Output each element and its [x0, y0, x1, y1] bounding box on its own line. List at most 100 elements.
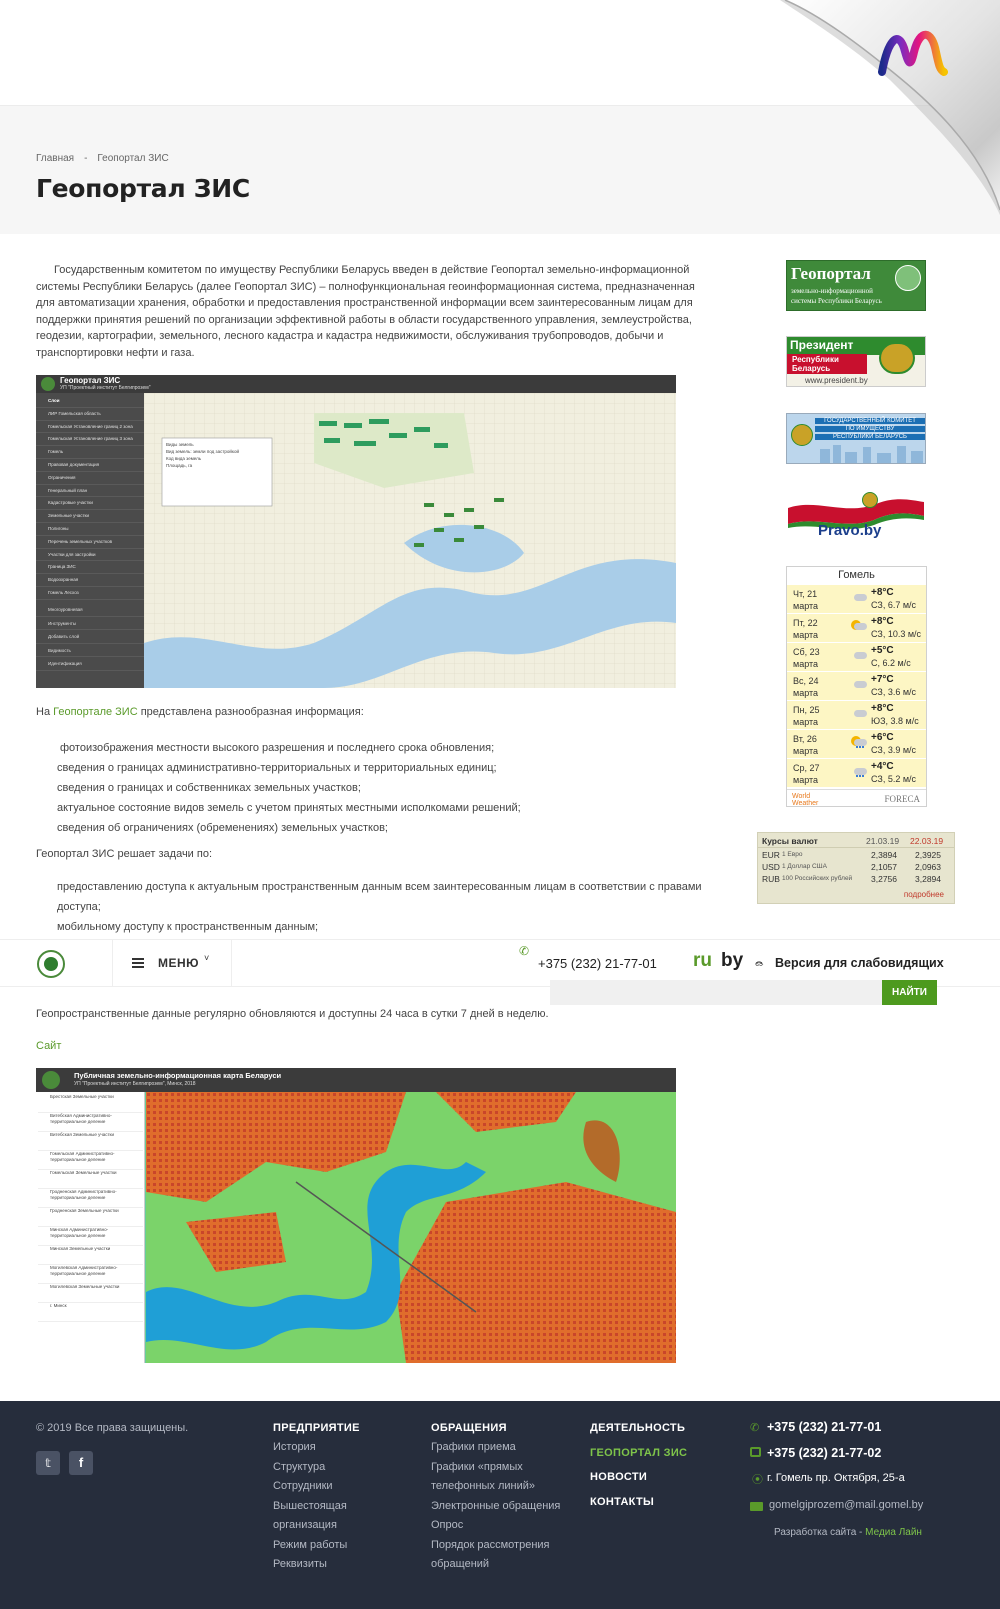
weather-brand-left: World Weather — [792, 793, 819, 807]
footer-link[interactable]: организация — [273, 1516, 347, 1536]
footer-phone2[interactable]: +375 (232) 21-77-02 — [767, 1446, 881, 1460]
lang-ru[interactable]: ru — [693, 950, 712, 972]
weather-day-label: Ср, 27 марта — [793, 762, 820, 786]
breadcrumb-current: Геопортал ЗИС — [97, 153, 169, 164]
weather-day: Пт, 22 марта +8°C СЗ, 10.3 м/с — [787, 613, 926, 642]
glasses-icon: ෬ — [755, 954, 764, 969]
geoportal-zis-link[interactable]: Геопортале ЗИС — [53, 706, 138, 718]
footer-nav-link[interactable]: ГЕОПОРТАЛ ЗИС — [590, 1447, 687, 1459]
map1-layer-item: ЛИР Гомельская область — [36, 408, 144, 421]
info-suffix: представлена разнообразная информация: — [140, 706, 364, 718]
map2-title: Публичная земельно-информационная карта … — [74, 1071, 282, 1080]
page-title: Геопортал ЗИС — [36, 174, 250, 203]
footer-link[interactable]: Реквизиты — [273, 1555, 347, 1575]
rate-code: EUR — [762, 850, 780, 860]
rate-value-2: 2,3925 — [915, 850, 941, 860]
weather-city: Гомель — [838, 569, 875, 581]
banner-president-title: Президент — [790, 338, 854, 352]
banner-goskom[interactable]: ГОСУДАРСТВЕННЫЙ КОМИТЕТ ПО ИМУЩЕСТВУ РЕС… — [786, 413, 926, 464]
footer-col2-title: ОБРАЩЕНИЯ — [431, 1422, 507, 1434]
footer-link[interactable]: Опрос — [431, 1516, 560, 1536]
weather-day-name: Пн, 25 — [793, 705, 820, 715]
map1-layer-item: Гомельская Установление границ 2 зона — [36, 421, 144, 434]
search-button[interactable]: НАЙТИ — [882, 980, 937, 1005]
site-logo[interactable] — [37, 950, 65, 978]
info-prefix: На — [36, 706, 51, 718]
weather-day-label: Пн, 25 марта — [793, 704, 819, 728]
footer-link[interactable]: Порядок рассмотрения — [431, 1536, 560, 1556]
map1-panel-item: Многоуровневая — [36, 603, 144, 617]
weather-day-name: Сб, 23 — [793, 647, 820, 657]
rates-more-link[interactable]: подробнее — [904, 890, 944, 899]
site-link[interactable]: Сайт — [36, 1040, 61, 1052]
accessibility-link[interactable]: Версия для слабовидящих — [775, 956, 944, 970]
currency-rates-widget[interactable]: Курсы валют 21.03.19 22.03.19 EUR 1 Евро 2… — [757, 832, 955, 904]
rain-icon — [851, 765, 867, 777]
weather-temp: +8°C — [871, 587, 894, 598]
footer-link[interactable]: Режим работы — [273, 1536, 347, 1556]
developer-link[interactable]: Медиа Лайн — [865, 1527, 922, 1538]
banner-president[interactable]: Президент Республики Беларусь www.presid… — [786, 336, 926, 387]
map1-panel-item: Добавить слой — [36, 630, 144, 644]
envelope-icon — [750, 1502, 763, 1511]
header-phone[interactable]: +375 (232) 21-77-01 — [538, 956, 657, 971]
rate-value-2: 2,0963 — [915, 862, 941, 872]
weather-month: марта — [793, 775, 819, 785]
footer-nav-link[interactable]: ДЕЯТЕЛЬНОСТЬ — [590, 1422, 687, 1434]
map-marker-icon: ⦿ — [752, 1474, 763, 1486]
footer-link[interactable]: Структура — [273, 1458, 347, 1478]
footer-link[interactable]: Вышестоящая — [273, 1497, 347, 1517]
banner-geoportal-title: Геопортал — [791, 264, 871, 283]
banner-pravo[interactable]: Pravo.by — [786, 490, 926, 541]
footer-address: г. Гомель пр. Октября, 25-а — [767, 1472, 905, 1484]
map2-subtitle: УП "Проектный институт Белгипрозем", Мин… — [74, 1081, 196, 1087]
menu-toggle[interactable]: МЕНЮ ˅ — [112, 940, 232, 987]
banner-geoportal[interactable]: Геопортал земельно-информационной систем… — [786, 260, 926, 311]
facebook-icon[interactable]: f — [69, 1451, 93, 1475]
weather-wind: С, 6.2 м/с — [871, 658, 911, 668]
weather-day-label: Чт, 21 марта — [793, 588, 818, 612]
weather-day-name: Вс, 24 — [793, 676, 819, 686]
coat-of-arms-icon — [791, 424, 813, 446]
weather-widget[interactable]: Гомель Чт, 21 марта +8°C СЗ, 6.7 м/с Пт, 22 м… — [786, 566, 927, 807]
breadcrumb-separator: - — [84, 153, 88, 164]
footer-link[interactable]: Электронные обращения — [431, 1497, 560, 1517]
footer-phone1[interactable]: +375 (232) 21-77-01 — [767, 1420, 881, 1434]
map1-layer-item: Ограничения — [36, 472, 144, 485]
footer-link[interactable]: Графики приема — [431, 1438, 560, 1458]
search-input[interactable] — [550, 980, 882, 1005]
info-list: фотоизображения местности высокого разре… — [57, 738, 521, 838]
footer-link[interactable]: Сотрудники — [273, 1477, 347, 1497]
footer-nav-link[interactable]: НОВОСТИ — [590, 1471, 687, 1483]
info-item: актуальное состояние видов земель с учет… — [57, 802, 521, 814]
footer-email[interactable]: gomelgiprozem@mail.gomel.by — [769, 1499, 923, 1511]
page-curl-logo[interactable] — [780, 0, 1000, 215]
map2-layer-list: Брестская Земельные участки Витебская Адм… — [38, 1094, 143, 1322]
footer-col1-title: ПРЕДПРИЯТИЕ — [273, 1422, 360, 1434]
footer-nav-link[interactable]: КОНТАКТЫ — [590, 1496, 687, 1508]
footer-link[interactable]: Графики «прямых — [431, 1458, 560, 1478]
rates-title: Курсы валют — [762, 836, 818, 846]
footer-link[interactable]: обращений — [431, 1555, 560, 1575]
breadcrumb-home-link[interactable]: Главная — [36, 153, 74, 164]
lang-by[interactable]: by — [721, 950, 743, 972]
map2-layer-item: Могилевская Административно-территориаль… — [38, 1265, 143, 1284]
map2-layer-item: Гродненская Административно-территориаль… — [38, 1189, 143, 1208]
map1-layer-item: Гомельская Установление границ 3 зона — [36, 433, 144, 447]
banner-geoportal-line3: системы Республики Беларусь — [791, 297, 882, 305]
weather-day-name: Пт, 22 — [793, 618, 818, 628]
cloud-icon — [851, 591, 867, 602]
twitter-icon[interactable]: 𝕥 — [36, 1451, 60, 1475]
weather-day: Вт, 26 марта +6°C СЗ, 3.9 м/с — [787, 729, 926, 758]
rate-row: USD 1 Доллар США 2,1057 2,0963 — [758, 862, 954, 874]
map2-layer-item: Гомельская Земельные участки — [38, 1170, 143, 1189]
map1-popup-line2: Код вида земель — [166, 456, 202, 461]
map2-layer-item: Гомельская Административно-территориальн… — [38, 1151, 143, 1170]
fax-icon — [750, 1447, 761, 1457]
footer-link[interactable]: телефонных линий» — [431, 1477, 560, 1497]
map1-layer-item: Земельные участки — [36, 510, 144, 523]
map1-layer-item: Слои — [36, 395, 144, 408]
footer-link[interactable]: История — [273, 1438, 347, 1458]
weather-temp: +7°C — [871, 674, 894, 685]
weather-wind: СЗ, 3.6 м/с — [871, 687, 917, 697]
